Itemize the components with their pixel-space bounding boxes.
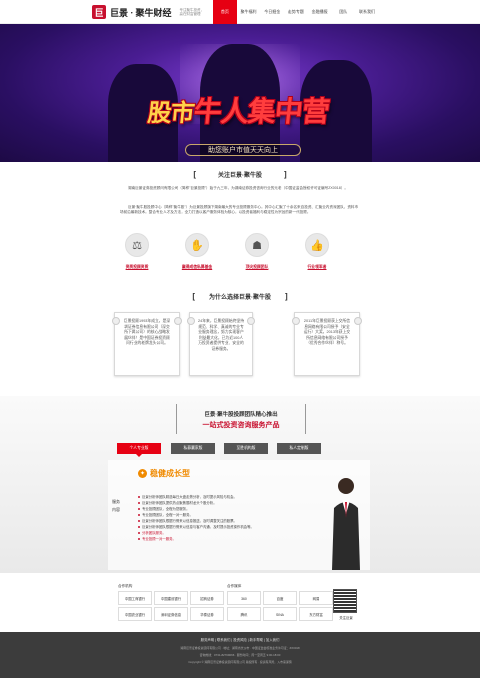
nav-item-news[interactable]: 金融播报	[308, 0, 332, 24]
hero-banner[interactable]: 股市牛人集中营 助您账户市值天天向上	[0, 24, 480, 162]
feature-team[interactable]: ☗ 顶尖投顾团队	[232, 233, 282, 270]
media-logo[interactable]: 东方财富	[299, 607, 333, 621]
nav-item-trend[interactable]: 走势专题	[284, 0, 308, 24]
partner-logo[interactable]: 中国工商银行	[118, 591, 152, 605]
media-logo[interactable]: 360	[227, 591, 261, 605]
banner-title-part2: 牛人集中营	[192, 95, 331, 128]
about-paragraph-1: 湖南巨景证券投资顾问有限公司（简称"巨景投顾"）始于九三年，为湖南证券投资咨询行…	[128, 186, 348, 190]
nav-item-today[interactable]: 今日掘金	[260, 0, 284, 24]
about-paragraph-2: 巨景·聚牛股投顾中心（简称"聚牛股"）为巨景投顾旗下湖南最大的专业投顾服务中心。…	[120, 205, 359, 215]
media-logo[interactable]: 腾讯	[227, 607, 261, 621]
partner-logo[interactable]: 华泰证券	[190, 607, 224, 621]
nav-item-contact[interactable]: 联系我们	[355, 0, 379, 24]
main-nav: 首页 聚牛福利 今日掘金 走势专题 金融播报 团队 联系我们	[213, 0, 379, 24]
logo-mark-icon: 巨	[92, 5, 106, 19]
partner-logo[interactable]: 中国农业银行	[118, 607, 152, 621]
feature-qualification[interactable]: ⚖ 资质投顾资质	[112, 233, 162, 270]
banner-title-part1: 股市	[146, 99, 196, 127]
handshake-icon: ✋	[185, 233, 209, 257]
footer-contact-info: 咨询热线：0731-82769066 · 服务时间：周一至周五 9:00-18:…	[199, 653, 281, 657]
service-headline: ✦ 稳健成长型	[138, 468, 190, 479]
nav-item-team[interactable]: 团队	[331, 0, 355, 24]
list-item: 专业投顾一对一服务。	[138, 536, 254, 542]
why-card-history: 巨景投顾1993年成立，是深圳证券信息有限公司（深交所下属公司）的核心战略发展伙…	[112, 312, 182, 376]
footer-copyright: Copyright © 湖南巨景证券投资顾问有限公司 版权所有 · 投资有风险，…	[188, 660, 292, 664]
service-list: 巨景分析师团队精选每日大盘走势分析，及时提示风险与机会。 巨景分析师团队提供热点…	[138, 494, 254, 542]
why-card-awards: 2011年巨景投顾获上交所信息网络有限公司授予（安全运行）大奖，2013年获上交…	[292, 312, 362, 376]
feature-label: 赢得成信私募基金	[181, 265, 213, 269]
media-logo[interactable]: 网易	[299, 591, 333, 605]
partner-logo[interactable]: 招商证券	[190, 591, 224, 605]
media-logo[interactable]: SINA	[263, 607, 297, 621]
thumbs-up-icon: 👍	[305, 233, 329, 257]
why-heading-text: 为什么选择巨景·聚牛股	[209, 295, 271, 301]
why-heading: [ 为什么选择巨景·聚牛股]	[0, 292, 480, 301]
banner-subtitle: 助您账户市值天天向上	[185, 144, 301, 156]
top-header: 巨 巨景 · 聚牛财经 专注聚牛投资，赢在财富管理 首页 聚牛福利 今日掘金 走…	[0, 0, 480, 24]
service-title-1: 巨景·聚牛股投顾团队精心推出	[204, 412, 278, 418]
nav-item-home[interactable]: 首页	[213, 0, 237, 24]
feature-label: 行业领军者	[307, 265, 327, 269]
site-logo[interactable]: 巨 巨景 · 聚牛财经 专注聚牛投资，赢在财富管理	[92, 5, 206, 19]
bracket-right-icon: ]	[285, 292, 288, 301]
footer-links[interactable]: 服务声明 | 联系我们 | 投资风险 | 新手帮助 | 加入我们	[0, 637, 480, 642]
site-footer: 服务声明 | 联系我们 | 投资风险 | 新手帮助 | 加入我们 湖南巨景证券投…	[0, 632, 480, 678]
service-headline-text: 稳健成长型	[150, 469, 190, 478]
bracket-left-icon: [	[192, 292, 195, 301]
partner-logo[interactable]: 深圳证券信息	[154, 607, 188, 621]
logo-text: 巨景 · 聚牛财经	[110, 7, 172, 18]
service-panel: ✦ 稳健成长型 服务内容 巨景分析师团队精选每日大盘走势分析，及时提示风险与机会…	[108, 460, 370, 570]
feature-label: 资质投顾资质	[125, 265, 149, 269]
partner-logo[interactable]: 中国建设银行	[154, 591, 188, 605]
partners-label-institutions: 合作机构	[118, 584, 133, 588]
bracket-left-icon: [	[193, 170, 196, 179]
nav-item-benefits[interactable]: 聚牛福利	[237, 0, 261, 24]
media-logo[interactable]: 百度	[263, 591, 297, 605]
qr-code-icon	[333, 589, 357, 613]
service-side-label: 服务内容	[112, 499, 120, 512]
about-heading: [ 关注巨景·聚牛股]	[0, 170, 480, 179]
judge-hammer-icon: ⚖	[125, 233, 149, 257]
service-heading-box: 巨景·聚牛股投顾团队精心推出 一站式投资咨询服务产品	[176, 404, 306, 434]
service-title-2: 一站式投资咨询服务产品	[202, 422, 280, 429]
partners-label-media: 合作媒体	[227, 584, 242, 588]
qr-label: 关注巨景	[339, 616, 353, 620]
tab-institution[interactable]: 至胜机构版	[224, 443, 268, 454]
team-icon: ☗	[245, 233, 269, 257]
feature-label: 顶尖投顾团队	[245, 265, 269, 269]
tab-personal[interactable]: 个人专业版	[117, 443, 161, 457]
growth-icon: ✦	[138, 469, 147, 478]
tab-private[interactable]: 私募赢家版	[171, 443, 215, 454]
about-heading-text: 关注巨景·聚牛股	[218, 173, 262, 179]
footer-company-info: 湖南巨景证券投资顾问有限公司 · 地址：湖南省长沙市 · 中国证监会核准业务许可…	[180, 646, 300, 650]
feature-private-fund[interactable]: ✋ 赢得成信私募基金	[172, 233, 222, 270]
advisor-figure	[332, 478, 360, 570]
tab-custom[interactable]: 私人定制版	[277, 443, 321, 454]
banner-title: 股市牛人集中营	[146, 90, 331, 130]
why-card-service: 24年来，巨景投顾始终坚持规范、科学、真诚的专业专业服务理念，努力实现客户利益最…	[187, 312, 255, 376]
logo-slogan: 专注聚牛投资，赢在财富管理	[179, 8, 205, 16]
bracket-right-icon: ]	[284, 170, 287, 179]
feature-leader[interactable]: 👍 行业领军者	[292, 233, 342, 270]
